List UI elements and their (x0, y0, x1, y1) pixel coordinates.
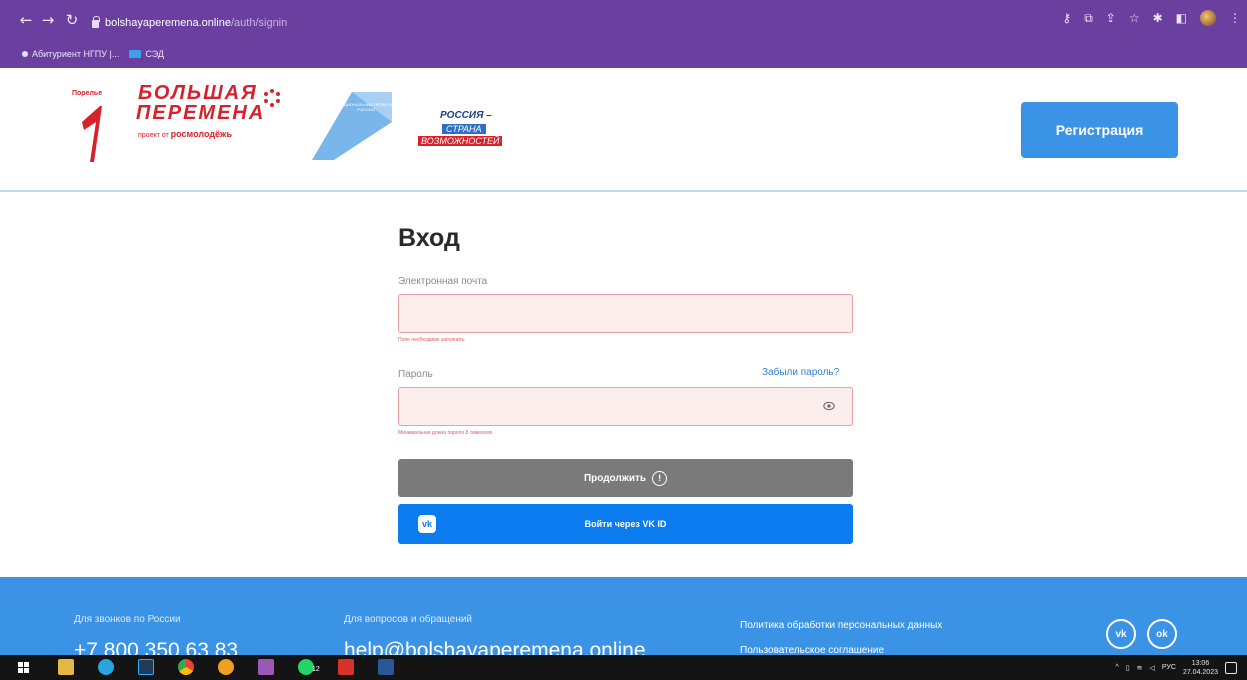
site-footer: Для звонков по России +7 800 350 63 83 Д… (0, 577, 1247, 655)
reload-icon[interactable]: ↻ (62, 11, 82, 29)
share-icon[interactable]: ⇪ (1106, 11, 1116, 25)
cast-icon[interactable]: ⧉ (1084, 11, 1093, 26)
bookmark-icon (129, 50, 142, 58)
continue-button[interactable]: Продолжить ! (398, 459, 853, 497)
forward-icon[interactable]: → (38, 11, 58, 29)
support-email[interactable]: help@bolshayaperemena.online (344, 639, 646, 655)
phone-label: Для звонков по России (74, 614, 181, 625)
clock-time: 13:06 (1191, 659, 1210, 667)
logo-pora-text: Порелье (72, 90, 103, 97)
forgot-password-link[interactable]: Забыли пароль? (762, 367, 839, 378)
language-indicator[interactable]: РУС (1162, 664, 1176, 671)
clock[interactable]: 13:06 27.04.2023 (1183, 659, 1218, 677)
app-orange-icon[interactable] (218, 659, 234, 675)
logo-subtitle: проект от росмолодёжь (138, 129, 232, 139)
phone-number[interactable]: +7 800 350 63 83 (74, 639, 238, 655)
file-explorer-icon[interactable] (58, 659, 74, 675)
privacy-policy-link[interactable]: Политика обработки персональных данных (740, 620, 942, 631)
browser-chrome: ← → ↻ bolshayaperemena.online /auth/sign… (0, 0, 1247, 68)
chevron-up-icon[interactable]: ^ (1116, 664, 1119, 671)
lock-icon (92, 16, 100, 28)
pdf-reader-icon[interactable] (338, 659, 354, 675)
profile-avatar[interactable] (1200, 10, 1216, 26)
register-button[interactable]: Регистрация (1021, 102, 1178, 158)
page-title: Вход (398, 224, 460, 252)
bookmark-abiturient[interactable]: Абитуриент НГПУ |... (22, 49, 119, 59)
password-label: Пароль (398, 369, 433, 380)
globe-icon (22, 51, 28, 57)
toolbar-actions: ⚷ ⧉ ⇪ ☆ ✱ ◧ ⋮ (1062, 10, 1241, 26)
number-one-logo-icon (82, 106, 102, 162)
menu-icon[interactable]: ⋮ (1229, 11, 1241, 25)
user-agreement-link[interactable]: Пользовательское соглашение (740, 645, 884, 655)
support-email-label: Для вопросов и обращений (344, 614, 473, 625)
back-icon[interactable]: ← (16, 11, 36, 29)
bookmarks-bar: Абитуриент НГПУ |... СЭД (0, 40, 1247, 68)
rossia-line-3: ВОЗМОЖНОСТЕЙ (418, 136, 503, 146)
logo-sub-prefix: проект от (138, 132, 169, 139)
clock-date: 27.04.2023 (1182, 668, 1218, 676)
vk-icon: vk (418, 515, 436, 533)
app-purple-icon[interactable] (258, 659, 274, 675)
continue-label: Продолжить (583, 472, 647, 484)
chrome-icon[interactable] (178, 659, 194, 675)
speaker-icon[interactable]: ◁ (1150, 664, 1155, 672)
logo-line-2: ПЕРЕМЕНА (136, 102, 266, 124)
bookmark-sed[interactable]: СЭД (129, 49, 164, 59)
logo-sub-brand: росмолодёжь (170, 129, 232, 139)
sidepanel-icon[interactable]: ◧ (1176, 11, 1187, 25)
bookmark-label: СЭД (145, 49, 165, 59)
windows-taskbar: 12 ^ ▯ ≋ ◁ РУС 13:06 27.04.2023 (0, 655, 1247, 680)
url-path: /auth/signin (230, 17, 288, 29)
password-error: Минимальная длина пароля 8 символов (398, 430, 492, 436)
wifi-icon[interactable]: ≋ (1137, 664, 1143, 672)
national-projects-text: НАЦИОНАЛЬНЫЕ ПРОЕКТЫ РОССИИ (338, 102, 394, 112)
exclamation-icon: ! (652, 470, 668, 486)
battery-icon[interactable]: ▯ (1126, 664, 1130, 672)
telegram-icon[interactable] (98, 659, 114, 675)
windows-start-icon[interactable] (18, 662, 29, 673)
bookmark-label: Абитуриент НГПУ |... (32, 49, 120, 59)
star-icon[interactable]: ☆ (1129, 11, 1140, 25)
address-bar[interactable]: bolshayaperemena.online /auth/signin (92, 13, 287, 33)
email-error: Поле необходимо заполнить (398, 337, 465, 343)
email-label: Электронная почта (398, 276, 488, 287)
rossia-line-2: СТРАНА (442, 124, 486, 134)
rossia-line-1: РОССИЯ – (440, 110, 492, 121)
vk-login-label: Войти через VK ID (584, 519, 667, 529)
key-icon[interactable]: ⚷ (1062, 11, 1071, 25)
ok-social-icon[interactable]: ok (1147, 619, 1177, 649)
email-field[interactable] (398, 294, 853, 333)
site-header: Порелье БОЛЬШАЯ ПЕРЕМЕНА проект от росмо… (0, 68, 1247, 192)
notification-icon[interactable] (1225, 661, 1237, 674)
browser-toolbar: ← → ↻ bolshayaperemena.online /auth/sign… (0, 0, 1247, 40)
show-password-eye-icon[interactable] (823, 401, 835, 411)
photoshop-icon[interactable] (138, 659, 154, 675)
url-host: bolshayaperemena.online (105, 17, 231, 29)
whatsapp-badge: 12 (312, 666, 320, 673)
word-icon[interactable] (378, 659, 394, 675)
vk-social-icon[interactable]: vk (1106, 619, 1136, 649)
vk-login-button[interactable]: vk Войти через VK ID (398, 504, 853, 544)
extensions-icon[interactable]: ✱ (1153, 11, 1163, 25)
system-tray: ^ ▯ ≋ ◁ РУС 13:06 27.04.2023 (1116, 655, 1247, 680)
password-field[interactable] (398, 387, 853, 426)
